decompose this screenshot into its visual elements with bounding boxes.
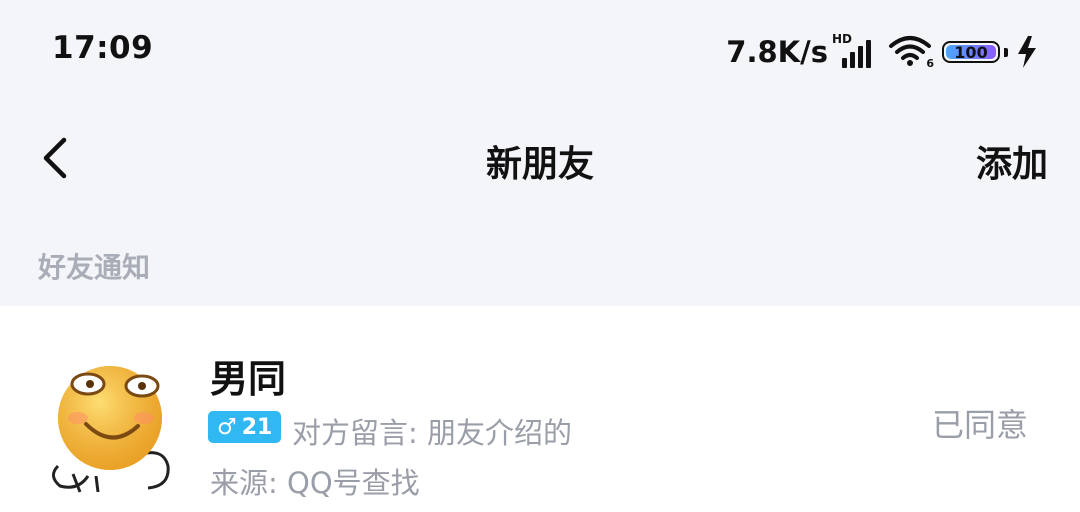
gender-age-badge: ♂ 21 — [208, 411, 282, 443]
network-speed: 7.8K/s — [726, 35, 828, 69]
battery-tip — [1004, 47, 1008, 57]
wifi-icon: 6 — [888, 32, 934, 72]
age-label: 21 — [241, 414, 273, 440]
status-time: 17:09 — [52, 30, 154, 66]
cellular-signal-icon: HD — [832, 32, 874, 72]
charging-bolt-icon — [1018, 36, 1036, 68]
request-source: 来源: QQ号查找 — [210, 466, 420, 500]
request-message: 对方留言: 朋友介绍的 — [292, 416, 572, 450]
avatar[interactable] — [38, 346, 178, 494]
requester-name: 男同 — [210, 357, 287, 401]
page-title: 新朋友 — [485, 144, 594, 185]
request-status: 已同意 — [931, 406, 1028, 444]
wifi-sub-label: 6 — [926, 57, 934, 70]
friend-request-item[interactable]: 男同 ♂ 21 对方留言: 朋友介绍的 来源: QQ号查找 已同意 — [0, 306, 1080, 512]
male-gender-icon: ♂ — [217, 414, 237, 440]
status-bar: 17:09 7.8K/s HD 6 100 — [0, 0, 1080, 100]
friend-notification-section-label: 好友通知 — [38, 251, 151, 284]
battery-percent: 100 — [954, 42, 988, 62]
add-button[interactable]: 添加 — [976, 135, 1048, 187]
signal-hd-tag: HD — [832, 32, 853, 46]
status-indicators: 7.8K/s HD 6 100 — [726, 30, 1042, 74]
battery-icon: 100 — [942, 41, 1000, 63]
